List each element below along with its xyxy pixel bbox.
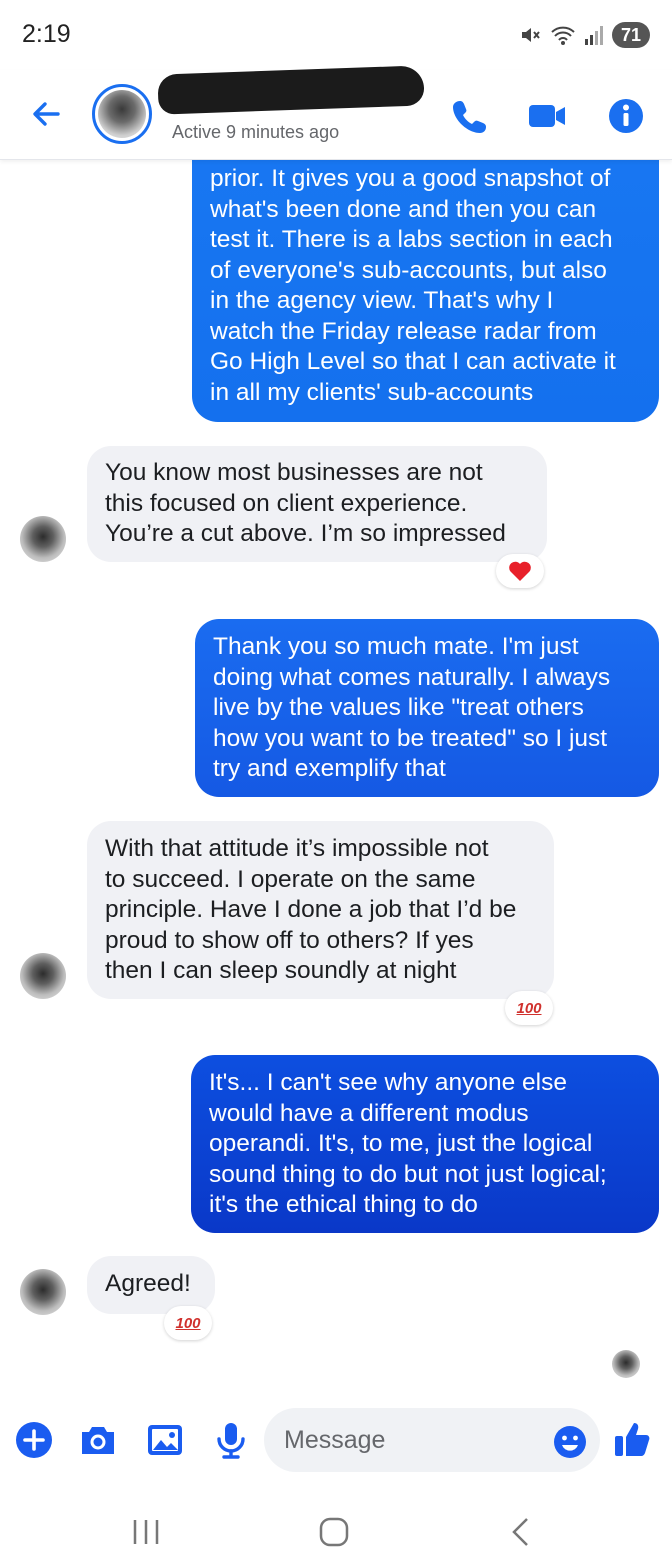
phone-icon[interactable]: [450, 96, 490, 136]
reaction-badge[interactable]: [496, 554, 544, 588]
sender-avatar[interactable]: [20, 516, 66, 562]
thumbs-up-icon[interactable]: [612, 1418, 654, 1460]
message-line: in the agency view. That's why I: [210, 287, 554, 314]
active-status: Active 9 minutes ago: [172, 122, 340, 142]
message-line: try and exemplify that: [213, 755, 446, 782]
reaction-badge[interactable]: 100: [164, 1306, 212, 1340]
message-line: operandi. It's, to me, just the logical: [209, 1130, 593, 1157]
recent-apps-icon[interactable]: [126, 1512, 166, 1552]
video-icon[interactable]: [527, 96, 567, 136]
signal-icon: [584, 26, 603, 45]
message-line: of everyone's sub-accounts, but also: [210, 256, 607, 284]
message-line: in all my clients' sub-accounts: [210, 378, 534, 406]
contact-avatar[interactable]: [92, 84, 152, 144]
message-line: test it. There is a labs section in each: [210, 226, 613, 253]
message-line: it's the ethical thing to do: [209, 1191, 478, 1218]
message-bubble-incoming[interactable]: With that attitude it’s impossible not t…: [87, 821, 554, 999]
message-bubble-outgoing[interactable]: prior. It gives you a good snapshot of w…: [192, 160, 659, 422]
message-bubble-outgoing[interactable]: It's... I can't see why anyone else woul…: [191, 1055, 659, 1233]
message-line: live by the values like "treat others: [213, 694, 584, 721]
emoji-icon[interactable]: [552, 1424, 588, 1460]
microphone-icon[interactable]: [211, 1420, 251, 1460]
back-arrow-icon[interactable]: [28, 96, 64, 132]
message-line: doing what comes naturally. I always: [213, 663, 611, 691]
mute-icon: [521, 28, 540, 42]
message-line: how you want to be treated" so I just: [213, 724, 608, 752]
hundred-emoji-icon: 100: [516, 999, 542, 1017]
message-line: sound thing to do but not just logical;: [209, 1160, 607, 1188]
contact-name-redacted[interactable]: [157, 65, 425, 115]
image-icon[interactable]: [145, 1420, 185, 1460]
status-bar: 2:19 71: [0, 0, 672, 70]
message-input[interactable]: [264, 1408, 600, 1472]
conversation-header: Active 9 minutes ago: [0, 65, 672, 160]
sender-avatar[interactable]: [20, 953, 66, 999]
plus-icon[interactable]: [14, 1420, 54, 1460]
system-navigation-bar: [0, 1486, 672, 1568]
message-line: With that attitude it’s impossible not: [105, 835, 489, 862]
message-line: You’re a cut above. I’m so impressed: [105, 520, 506, 547]
message-thread: prior. It gives you a good snapshot of w…: [0, 160, 672, 1396]
message-line: It's... I can't see why anyone else: [209, 1069, 567, 1096]
message-line: would have a different modus: [209, 1099, 529, 1127]
message-line: Agreed!: [105, 1270, 191, 1297]
message-line: principle. Have I done a job that I’d be: [105, 896, 517, 923]
status-icons: 71: [518, 20, 650, 50]
status-time: 2:19: [22, 20, 71, 48]
wifi-icon: [551, 26, 575, 45]
message-line: Thank you so much mate. I'm just: [213, 633, 579, 660]
message-line: watch the Friday release radar from: [210, 317, 597, 345]
home-icon[interactable]: [314, 1512, 354, 1552]
message-line: proud to show off to others? If yes: [105, 926, 474, 954]
back-nav-icon[interactable]: [502, 1512, 542, 1552]
message-bubble-outgoing[interactable]: Thank you so much mate. I'm just doing w…: [195, 619, 659, 797]
sender-avatar[interactable]: [20, 1269, 66, 1315]
camera-icon[interactable]: [78, 1420, 118, 1460]
message-line: to succeed. I operate on the same: [105, 865, 476, 893]
message-bubble-incoming[interactable]: You know most businesses are not this fo…: [87, 446, 547, 562]
seen-indicator-avatar: [612, 1350, 640, 1378]
message-line: prior. It gives you a good snapshot of: [210, 165, 611, 192]
message-line: what's been done and then you can: [210, 195, 597, 223]
message-line: Go High Level so that I can activate it: [210, 348, 616, 375]
battery-indicator: 71: [611, 22, 650, 48]
message-line: You know most businesses are not: [105, 459, 483, 486]
heart-icon: [509, 561, 531, 581]
hundred-emoji-icon: 100: [175, 1314, 201, 1332]
info-icon[interactable]: [606, 96, 646, 136]
message-line: this focused on client experience.: [105, 489, 468, 517]
reaction-badge[interactable]: 100: [505, 991, 553, 1025]
message-composer: [0, 1396, 672, 1486]
message-line: then I can sleep soundly at night: [105, 957, 457, 984]
